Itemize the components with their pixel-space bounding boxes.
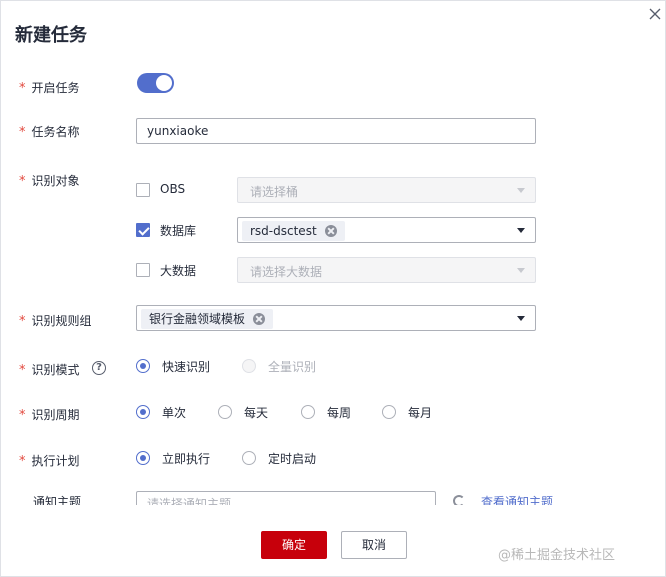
obs-checkbox[interactable] — [136, 183, 150, 197]
period-weekly-label: 每周 — [327, 406, 352, 420]
plan-label-row: * 执行计划 — [19, 452, 80, 469]
bigdata-checkbox[interactable] — [136, 263, 150, 277]
period-label: 识别周期 — [31, 408, 80, 422]
chevron-down-icon — [517, 268, 525, 273]
mode-label-row: * 识别模式 — [19, 361, 80, 378]
tag-remove-icon[interactable] — [324, 225, 337, 237]
notify-row: 通知主题 请选择通知主题 查看通知主题 — [1, 487, 665, 505]
bucket-placeholder: 请选择桶 — [250, 185, 299, 199]
required-mark: * — [19, 81, 26, 96]
chevron-down-icon — [517, 188, 525, 193]
bucket-select: 请选择桶 — [237, 177, 536, 203]
confirm-button[interactable]: 确定 — [261, 531, 327, 559]
plan-now-radio[interactable] — [136, 451, 150, 465]
tag-remove-icon[interactable] — [253, 313, 266, 325]
period-daily-label: 每天 — [244, 406, 269, 420]
enable-toggle[interactable] — [137, 73, 174, 93]
required-mark: * — [19, 363, 26, 378]
period-weekly-radio[interactable] — [301, 405, 315, 419]
question-icon[interactable]: ? — [92, 361, 106, 375]
required-mark: * — [19, 454, 26, 469]
required-mark: * — [19, 408, 26, 423]
enable-label: 开启任务 — [31, 81, 80, 95]
task-name-input[interactable]: yunxiaoke — [136, 118, 536, 144]
target-label-row: * 识别对象 — [19, 172, 80, 189]
plan-now-label: 立即执行 — [162, 452, 211, 466]
watermark: @稀土掘金技术社区 — [498, 548, 616, 563]
enable-label-row: * 开启任务 — [19, 79, 80, 96]
bigdata-label: 大数据 — [160, 264, 197, 278]
period-once-radio[interactable] — [136, 405, 150, 419]
notify-select[interactable]: 请选择通知主题 — [136, 491, 436, 505]
close-icon[interactable] — [646, 5, 664, 23]
toggle-knob — [156, 75, 172, 91]
target-label: 识别对象 — [31, 174, 80, 188]
period-monthly-radio[interactable] — [382, 405, 396, 419]
period-daily-radio[interactable] — [218, 405, 232, 419]
period-label-row: * 识别周期 — [19, 406, 80, 423]
mode-quick-label: 快速识别 — [162, 360, 211, 374]
view-notify-topic-link[interactable]: 查看通知主题 — [481, 493, 553, 505]
rule-group-select[interactable]: 银行金融领域模板 — [136, 305, 536, 331]
rule-group-tag: 银行金融领域模板 — [141, 309, 274, 329]
required-mark: * — [19, 174, 26, 189]
period-monthly-label: 每月 — [408, 406, 433, 420]
new-task-dialog: 新建任务 * 开启任务 * 任务名称 yunxiaoke * 识别对象 OBS 请选择… — [0, 0, 666, 577]
chevron-down-icon — [517, 228, 525, 233]
mode-quick-radio[interactable] — [136, 359, 150, 373]
task-name-label: 任务名称 — [31, 125, 80, 139]
plan-scheduled-radio[interactable] — [242, 451, 256, 465]
mode-label: 识别模式 — [31, 363, 80, 377]
required-mark: * — [19, 314, 26, 329]
bigdata-select: 请选择大数据 — [237, 257, 536, 283]
plan-scheduled-label: 定时启动 — [268, 452, 317, 466]
mode-full-radio — [242, 359, 256, 373]
rule-group-label: 识别规则组 — [31, 314, 92, 328]
bigdata-placeholder: 请选择大数据 — [250, 265, 323, 279]
rule-group-label-row: * 识别规则组 — [19, 312, 92, 329]
database-tag: rsd-dsctest — [242, 221, 345, 241]
refresh-icon[interactable] — [453, 495, 465, 505]
database-select[interactable]: rsd-dsctest — [237, 217, 536, 243]
plan-label: 执行计划 — [31, 454, 80, 468]
rule-group-tag-label: 银行金融领域模板 — [149, 312, 246, 326]
database-tag-label: rsd-dsctest — [250, 224, 317, 238]
cancel-button[interactable]: 取消 — [341, 531, 407, 559]
obs-label: OBS — [160, 182, 186, 196]
notify-label: 通知主题 — [33, 495, 82, 505]
required-mark: * — [19, 125, 26, 140]
dialog-title: 新建任务 — [15, 25, 87, 46]
database-label: 数据库 — [160, 224, 197, 238]
mode-full-label: 全量识别 — [268, 360, 317, 374]
task-name-label-row: * 任务名称 — [19, 123, 80, 140]
database-checkbox[interactable] — [136, 223, 150, 237]
chevron-down-icon — [517, 316, 525, 321]
period-once-label: 单次 — [162, 406, 187, 420]
